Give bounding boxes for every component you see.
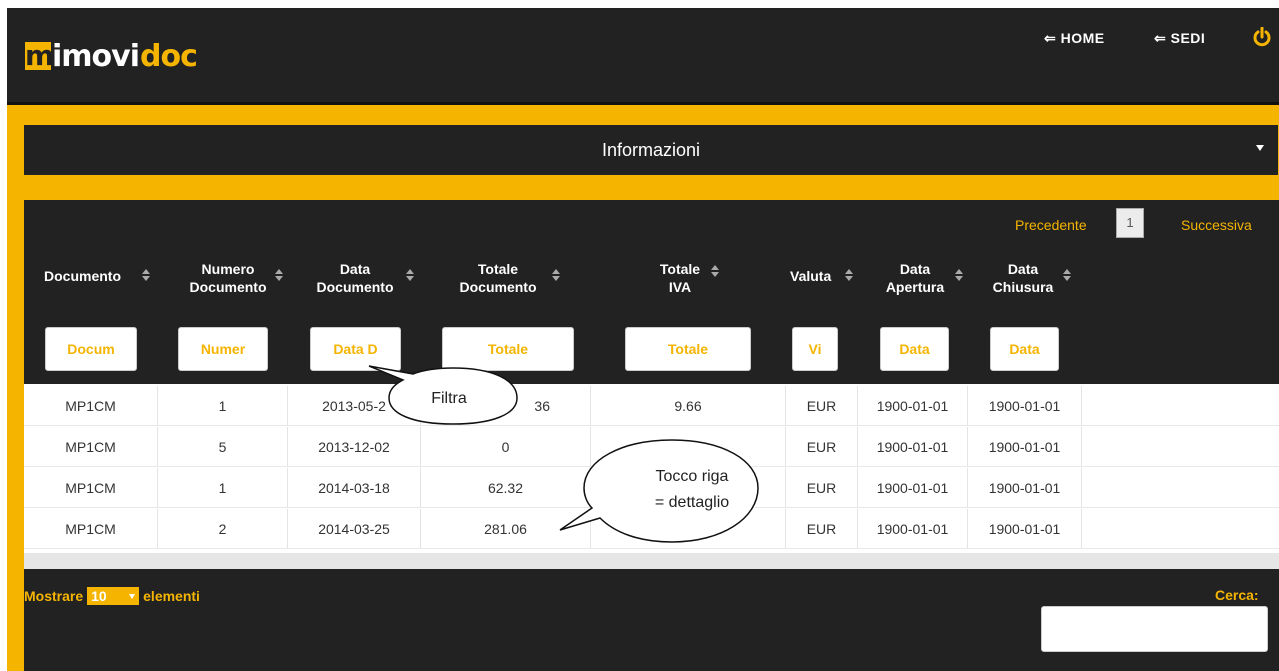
page-length-select[interactable]: 10 bbox=[87, 587, 140, 605]
filter-input-documento[interactable]: Docum bbox=[45, 327, 137, 371]
cell-numero: 1 bbox=[158, 468, 288, 508]
sort-icon[interactable] bbox=[406, 269, 414, 281]
cell-numero: 1 bbox=[158, 386, 288, 426]
table-row[interactable]: MP1CM 1 2013-05-2 36 9.66 EUR 1900-01-01… bbox=[24, 386, 1279, 426]
info-title: Informazioni bbox=[601, 140, 701, 160]
col-header-data-apertura[interactable]: Data Apertura bbox=[878, 260, 952, 296]
cell-data: 2014-03-18 bbox=[288, 468, 421, 508]
sort-icon[interactable] bbox=[275, 269, 283, 281]
page-length-value: 10 bbox=[91, 588, 107, 604]
cell-data: 2013-12-02 bbox=[288, 427, 421, 467]
cell-apertura: 1900-01-01 bbox=[858, 386, 968, 426]
cell-valuta: EUR bbox=[786, 468, 858, 508]
col-header-documento[interactable]: Documento bbox=[44, 267, 121, 285]
search-label: Cerca: bbox=[1215, 587, 1259, 603]
cell-documento: MP1CM bbox=[24, 468, 158, 508]
row-callout-text-line2: = dettaglio bbox=[654, 494, 730, 511]
show-suffix: elementi bbox=[143, 588, 200, 604]
cell-documento: MP1CM bbox=[24, 509, 158, 549]
cell-documento: MP1CM bbox=[24, 427, 158, 467]
sort-icon[interactable] bbox=[552, 269, 560, 281]
pager-prev-link[interactable]: Precedente bbox=[1015, 217, 1087, 233]
cell-chiusura: 1900-01-01 bbox=[968, 468, 1082, 508]
logo-mark: m bbox=[25, 39, 55, 72]
cell-data: 2014-03-25 bbox=[288, 509, 421, 549]
sort-icon[interactable] bbox=[1063, 269, 1071, 281]
cell-numero: 5 bbox=[158, 427, 288, 467]
cell-chiusura: 1900-01-01 bbox=[968, 427, 1082, 467]
col-header-valuta[interactable]: Valuta bbox=[790, 267, 831, 285]
col-header-data-documento[interactable]: Data Documento bbox=[310, 260, 400, 296]
cell-valuta: EUR bbox=[786, 427, 858, 467]
sort-icon[interactable] bbox=[955, 269, 963, 281]
col-header-numero-documento[interactable]: Numero Documento bbox=[188, 260, 268, 296]
cell-apertura: 1900-01-01 bbox=[858, 509, 968, 549]
caret-down-icon bbox=[1256, 145, 1264, 151]
pager-next-link[interactable]: Successiva bbox=[1181, 217, 1252, 233]
pager-page-1[interactable]: 1 bbox=[1116, 208, 1144, 238]
filter-input-data-apertura[interactable]: Data bbox=[880, 327, 949, 371]
filter-input-numero[interactable]: Numer bbox=[178, 327, 268, 371]
cell-apertura: 1900-01-01 bbox=[858, 427, 968, 467]
show-label: Mostrare bbox=[24, 588, 84, 604]
row-callout-text-line1: Tocco riga bbox=[655, 468, 729, 485]
sort-icon[interactable] bbox=[845, 269, 853, 281]
power-icon[interactable] bbox=[1252, 27, 1272, 47]
caret-down-icon bbox=[129, 594, 136, 599]
filter-input-totale-iva[interactable]: Totale bbox=[625, 327, 751, 371]
logo-text-part2: doc bbox=[140, 38, 198, 74]
info-dropdown[interactable]: Informazioni bbox=[24, 125, 1278, 175]
top-bar bbox=[7, 8, 1279, 102]
cell-apertura: 1900-01-01 bbox=[858, 468, 968, 508]
filter-callout-text: Filtra bbox=[431, 390, 467, 407]
filter-input-valuta[interactable]: Vi bbox=[792, 327, 838, 371]
logo-text-part1: imovi bbox=[52, 38, 140, 74]
cell-valuta: EUR bbox=[786, 386, 858, 426]
cell-documento: MP1CM bbox=[24, 386, 158, 426]
sort-icon[interactable] bbox=[711, 265, 719, 277]
cell-iva: 9.66 bbox=[591, 386, 786, 426]
page-length-control: Mostrare 10 elementi bbox=[24, 587, 200, 605]
col-header-totale-iva[interactable]: Totale IVA bbox=[654, 260, 706, 296]
cell-numero: 2 bbox=[158, 509, 288, 549]
col-header-totale-documento[interactable]: Totale Documento bbox=[450, 260, 546, 296]
sort-icon[interactable] bbox=[142, 269, 150, 281]
search-input[interactable] bbox=[1041, 606, 1268, 652]
filter-input-data-chiusura[interactable]: Data bbox=[990, 327, 1059, 371]
nav-home-link[interactable]: ⇐ HOME bbox=[1044, 30, 1105, 47]
table-scroll-strip bbox=[24, 553, 1279, 569]
cell-chiusura: 1900-01-01 bbox=[968, 386, 1082, 426]
cell-valuta: EUR bbox=[786, 509, 858, 549]
cell-chiusura: 1900-01-01 bbox=[968, 509, 1082, 549]
col-header-data-chiusura[interactable]: Data Chiusura bbox=[988, 260, 1058, 296]
nav-sedi-link[interactable]: ⇐ SEDI bbox=[1154, 30, 1205, 47]
movidoc-logo[interactable]: m imovi doc bbox=[25, 36, 198, 76]
